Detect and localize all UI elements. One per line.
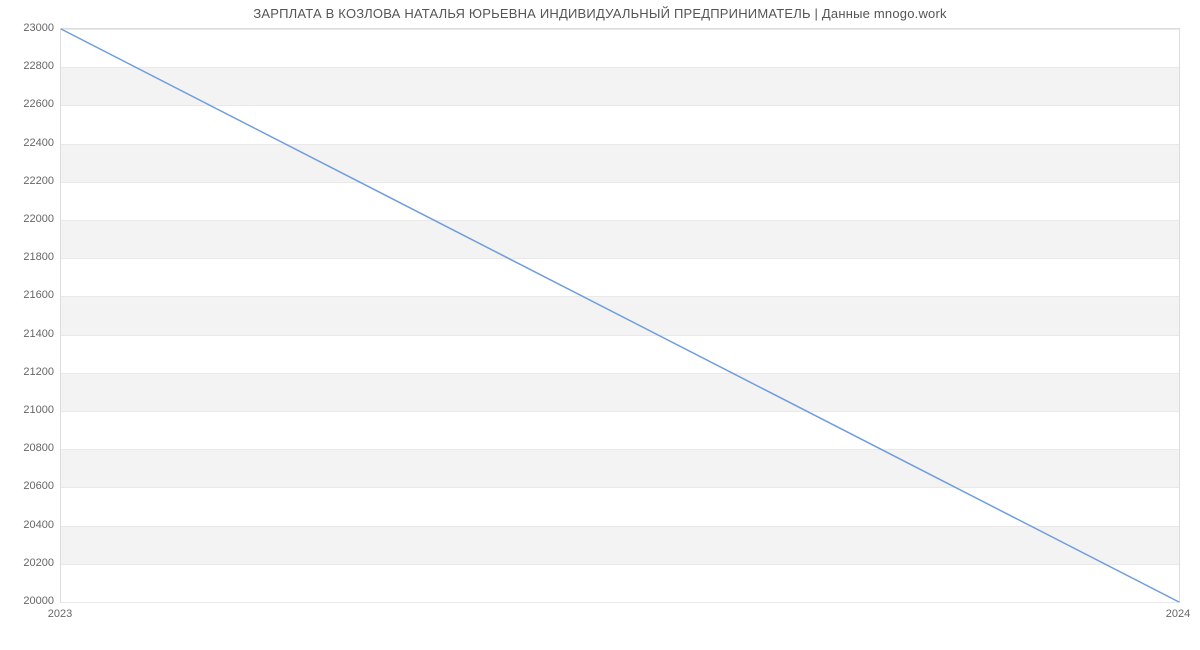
y-tick-label: 20000 [23,595,54,607]
y-tick-label: 22600 [23,98,54,110]
y-tick-label: 23000 [23,22,54,34]
y-tick-label: 21600 [23,289,54,301]
y-tick-label: 20200 [23,557,54,569]
y-tick-label: 22000 [23,213,54,225]
line-series [61,29,1179,602]
y-tick-label: 20800 [23,442,54,454]
chart-container: ЗАРПЛАТА В КОЗЛОВА НАТАЛЬЯ ЮРЬЕВНА ИНДИВ… [0,0,1200,650]
x-tick-label: 2023 [48,608,72,620]
y-tick-label: 21200 [23,366,54,378]
y-tick-label: 21800 [23,251,54,263]
y-tick-label: 22200 [23,175,54,187]
y-tick-label: 20600 [23,480,54,492]
y-tick-label: 21000 [23,404,54,416]
y-tick-label: 20400 [23,519,54,531]
y-tick-label: 22400 [23,137,54,149]
y-gridline [61,602,1179,603]
y-tick-label: 22800 [23,60,54,72]
chart-title: ЗАРПЛАТА В КОЗЛОВА НАТАЛЬЯ ЮРЬЕВНА ИНДИВ… [0,6,1200,21]
plot-area [60,28,1180,603]
y-tick-label: 21400 [23,328,54,340]
x-tick-label: 2024 [1166,608,1190,620]
line-path [61,29,1179,602]
